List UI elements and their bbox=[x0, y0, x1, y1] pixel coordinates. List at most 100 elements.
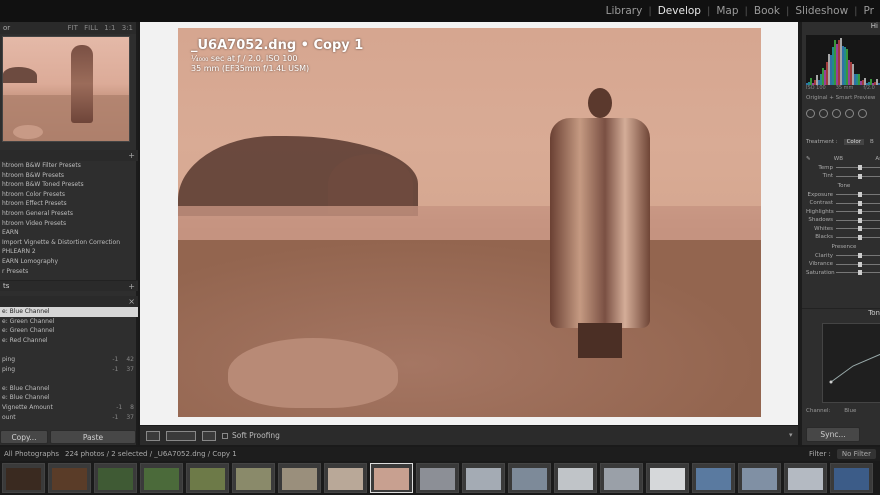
toolbar-menu-icon[interactable]: ▾ bbox=[789, 431, 793, 439]
filmstrip-thumbnail[interactable] bbox=[692, 463, 735, 493]
module-print[interactable]: Pr bbox=[858, 5, 880, 17]
slider-track[interactable] bbox=[836, 253, 880, 259]
filmstrip-thumbnail[interactable] bbox=[232, 463, 275, 493]
filmstrip-thumbnail[interactable] bbox=[278, 463, 321, 493]
slider-knob[interactable] bbox=[858, 270, 863, 276]
treatment-color[interactable]: Color bbox=[843, 139, 864, 145]
tone-curve-header[interactable]: Ton bbox=[802, 308, 880, 320]
copy-button[interactable]: Copy... bbox=[0, 430, 48, 444]
filmstrip-source[interactable]: All Photographs bbox=[4, 450, 59, 458]
before-after-swap-icon[interactable] bbox=[202, 430, 216, 441]
preset-item[interactable]: htroom B&W Toned Presets bbox=[0, 180, 138, 190]
channel-selector[interactable]: Channel: Blue bbox=[806, 408, 856, 414]
history-item[interactable] bbox=[0, 345, 138, 355]
history-item[interactable]: e: Blue Channel bbox=[0, 307, 138, 317]
history-item[interactable]: e: Blue Channel bbox=[0, 384, 138, 394]
history-item[interactable]: e: Green Channel bbox=[0, 317, 138, 327]
slider-knob[interactable] bbox=[858, 234, 863, 240]
filmstrip-thumbnail[interactable] bbox=[830, 463, 873, 493]
filmstrip-thumbnail[interactable] bbox=[94, 463, 137, 493]
history-item[interactable]: Vignette Amount -1 8 bbox=[0, 403, 138, 413]
slider-knob[interactable] bbox=[858, 261, 863, 267]
history-item[interactable]: ping -1 37 bbox=[0, 365, 138, 375]
soft-proofing-toggle[interactable]: Soft Proofing bbox=[222, 431, 280, 440]
crop-tool-icon[interactable] bbox=[806, 109, 815, 118]
preset-item[interactable]: r Presets bbox=[0, 267, 138, 277]
treatment-bw[interactable]: B bbox=[870, 139, 874, 145]
slider-knob[interactable] bbox=[858, 173, 863, 179]
filmstrip-thumbnail[interactable] bbox=[554, 463, 597, 493]
red-eye-icon[interactable] bbox=[832, 109, 841, 118]
presets-header[interactable]: + bbox=[0, 150, 138, 161]
slider-track[interactable] bbox=[836, 209, 880, 215]
slider-track[interactable] bbox=[836, 217, 880, 223]
paste-button[interactable]: Paste bbox=[50, 430, 136, 444]
slider-track[interactable] bbox=[836, 226, 880, 232]
filmstrip-thumbnail[interactable] bbox=[2, 463, 45, 493]
snapshots-header[interactable]: ts + bbox=[0, 280, 138, 291]
slider-knob[interactable] bbox=[858, 200, 863, 206]
navigator-header[interactable]: or FIT FILL 1:1 3:1 bbox=[0, 22, 136, 34]
filmstrip-thumbnail[interactable] bbox=[186, 463, 229, 493]
tone-curve-graph[interactable] bbox=[822, 323, 880, 403]
slider-knob[interactable] bbox=[858, 192, 863, 198]
soft-proofing-checkbox[interactable] bbox=[222, 432, 228, 439]
slider-knob[interactable] bbox=[858, 253, 863, 259]
preset-item[interactable]: htroom Video Presets bbox=[0, 219, 138, 229]
zoom-fit[interactable]: FIT bbox=[68, 24, 78, 32]
module-develop[interactable]: Develop bbox=[652, 5, 707, 17]
filmstrip-thumbnail[interactable] bbox=[416, 463, 459, 493]
filmstrip-thumbnail[interactable] bbox=[784, 463, 827, 493]
preset-item[interactable]: PHLEARN 2 bbox=[0, 247, 138, 257]
zoom-1-1[interactable]: 1:1 bbox=[104, 24, 115, 32]
history-item[interactable]: ping -1 42 bbox=[0, 355, 138, 365]
history-item[interactable]: ount -1 37 bbox=[0, 413, 138, 423]
histogram-header[interactable]: Hi bbox=[802, 22, 880, 34]
history-item[interactable]: e: Red Channel bbox=[0, 336, 138, 346]
slider-track[interactable] bbox=[836, 261, 880, 267]
zoom-3-1[interactable]: 3:1 bbox=[122, 24, 133, 32]
slider-track[interactable] bbox=[836, 200, 880, 206]
slider-track[interactable] bbox=[836, 234, 880, 240]
slider-knob[interactable] bbox=[858, 209, 863, 215]
filter-dropdown[interactable]: No Filter bbox=[836, 449, 876, 459]
filmstrip-thumbnail[interactable] bbox=[462, 463, 505, 493]
add-preset-icon[interactable]: + bbox=[128, 151, 135, 160]
preset-item[interactable]: htroom B&W Presets bbox=[0, 171, 138, 181]
navigator-preview[interactable] bbox=[2, 36, 130, 142]
module-map[interactable]: Map bbox=[710, 5, 744, 17]
slider-knob[interactable] bbox=[858, 226, 863, 232]
slider-knob[interactable] bbox=[858, 165, 863, 171]
eyedropper-icon[interactable]: ✎ bbox=[806, 156, 816, 162]
filmstrip-thumbnail[interactable] bbox=[738, 463, 781, 493]
filmstrip-thumbnail[interactable] bbox=[48, 463, 91, 493]
spot-removal-icon[interactable] bbox=[819, 109, 828, 118]
loupe-view-icon[interactable] bbox=[146, 430, 160, 441]
module-slideshow[interactable]: Slideshow bbox=[789, 5, 854, 17]
zoom-fill[interactable]: FILL bbox=[84, 24, 98, 32]
slider-track[interactable] bbox=[836, 165, 880, 171]
wb-value[interactable]: As bbox=[875, 156, 880, 162]
history-header[interactable]: × bbox=[0, 296, 138, 307]
sync-button[interactable]: Sync... bbox=[806, 427, 860, 442]
filmstrip-thumbnail[interactable] bbox=[324, 463, 367, 493]
before-after-icon[interactable] bbox=[166, 430, 196, 441]
photo-preview[interactable]: _U6A7052.dng • Copy 1 ¹⁄₄₀₀₀ sec at ƒ / … bbox=[178, 28, 761, 417]
module-book[interactable]: Book bbox=[748, 5, 786, 17]
preset-item[interactable]: EARN bbox=[0, 228, 138, 238]
filmstrip-thumbnail[interactable] bbox=[600, 463, 643, 493]
add-snapshot-icon[interactable]: + bbox=[128, 282, 135, 291]
history-item[interactable] bbox=[0, 374, 138, 384]
graduated-filter-icon[interactable] bbox=[845, 109, 854, 118]
histogram[interactable] bbox=[806, 35, 880, 85]
slider-track[interactable] bbox=[836, 173, 880, 179]
filmstrip-thumbnail[interactable] bbox=[370, 463, 413, 493]
history-item[interactable]: e: Green Channel bbox=[0, 326, 138, 336]
slider-knob[interactable] bbox=[858, 217, 863, 223]
filmstrip-thumbnail[interactable] bbox=[646, 463, 689, 493]
slider-track[interactable] bbox=[836, 192, 880, 198]
history-item[interactable]: e: Blue Channel bbox=[0, 393, 138, 403]
filmstrip-count[interactable]: 224 photos / 2 selected / _U6A7052.dng /… bbox=[65, 450, 237, 458]
radial-filter-icon[interactable] bbox=[858, 109, 867, 118]
preset-item[interactable]: htroom Color Presets bbox=[0, 190, 138, 200]
